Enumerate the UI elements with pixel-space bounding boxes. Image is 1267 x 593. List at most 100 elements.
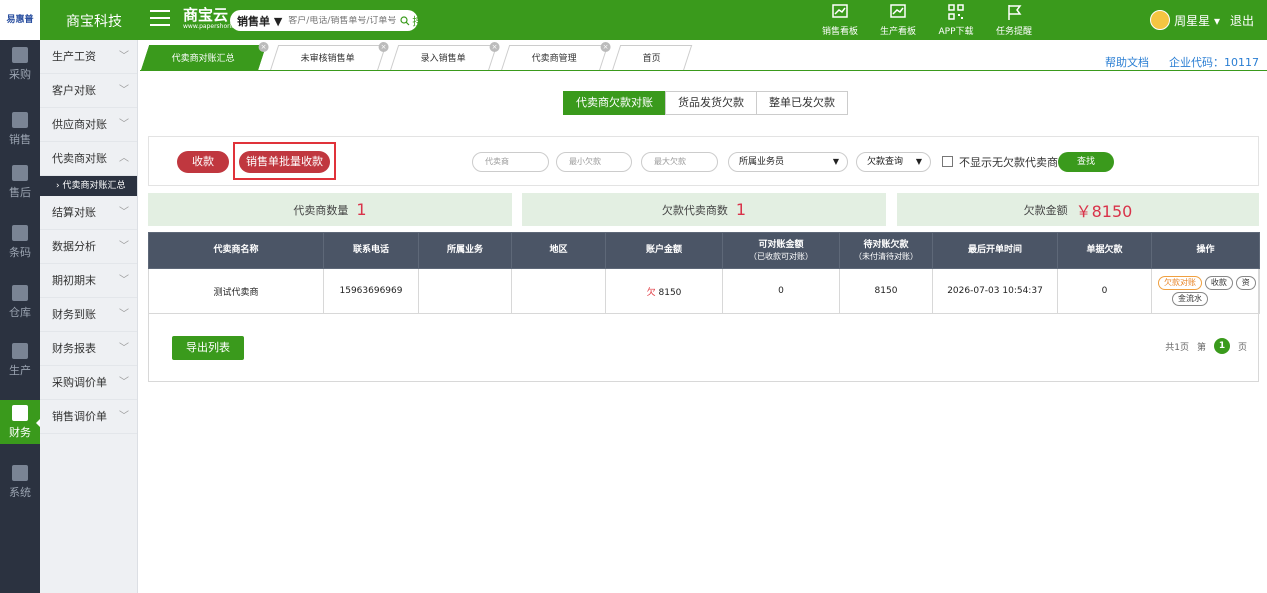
module-warehouse[interactable]: 仓库 [0,280,40,324]
export-list-button[interactable]: 导出列表 [172,336,244,360]
pager-total: 共1页 [1165,342,1189,353]
col-reconcilable[interactable]: 可对账金额 （已收款可对账） [722,232,840,269]
sales-board-button[interactable]: 销售看板 [815,3,865,37]
seg-order-shipped-debt[interactable]: 整单已发欠款 [756,91,848,115]
summary-debt-agents-value: 1 [735,200,747,219]
sidebar-item-label: 采购调价单 [52,376,107,389]
close-icon[interactable]: × [489,42,500,52]
min-debt-input[interactable]: 最小欠款 [556,152,632,172]
tab-enter-sales[interactable]: 录入销售单 × [389,42,500,71]
module-system[interactable]: 系统 [0,460,40,504]
logo-text: 易惠普 [6,14,34,25]
max-debt-input[interactable]: 最大欠款 [641,152,718,172]
module-production[interactable]: 生产 [0,338,40,382]
chevron-down-icon: ﹀ [119,241,129,252]
caret-down-icon: ▼ [915,157,922,166]
sidebar-item-data-analysis[interactable]: 数据分析 ﹀ [40,230,137,264]
tab-agent-summary[interactable]: 代卖商对账汇总 × [140,42,269,71]
sidebar-item-label: 财务到账 [52,308,96,321]
sidebar-item-settlement[interactable]: 结算对账 ﹀ [40,196,137,230]
tab-agent-manage[interactable]: 代卖商管理 × [500,42,611,71]
module-barcode[interactable]: 条码 [0,220,40,264]
salesman-select[interactable]: 所属业务员 ▼ [728,152,848,172]
sidebar-item-period[interactable]: 期初期末 ﹀ [40,264,137,298]
col-phone[interactable]: 联系电话 [323,232,419,269]
close-icon[interactable]: × [600,42,611,52]
debt-query-select-label: 欠款查询 [867,157,904,167]
module-system-label: 系统 [9,485,31,499]
module-warehouse-label: 仓库 [9,305,31,319]
table-row[interactable]: 测试代卖商 15963696969 欠 8150 0 8150 2026-07-… [148,268,1260,314]
module-sales[interactable]: 销售 [0,107,40,151]
find-button[interactable]: 查找 [1058,152,1114,172]
close-icon[interactable]: × [258,42,269,52]
task-reminder-button[interactable]: 任务提醒 [989,3,1039,37]
hide-no-debt-checkbox[interactable] [942,156,953,167]
summary-debt-amount: 欠款金额 ￥8150 [897,193,1259,226]
col-doc-debt[interactable]: 单据欠款 [1057,232,1152,269]
sidebar-item-supplier-recon[interactable]: 供应商对账 ﹀ [40,108,137,142]
col-business[interactable]: 所属业务 [418,232,512,269]
module-after-sales[interactable]: 售后 [0,160,40,204]
summary-agent-count-value: 1 [356,200,367,219]
cashflow-button[interactable]: 金流水 [1172,292,1208,306]
page-number-button[interactable]: 1 [1213,338,1230,354]
col-header-label: 操作 [1196,245,1215,255]
calculator-icon [12,404,28,421]
row-collect-button[interactable]: 收款 [1204,276,1233,290]
search-type-select[interactable]: 销售单 ▼ [230,13,282,29]
col-pending-debt[interactable]: 待对账欠款 （未付清待对账） [839,232,933,269]
cashflow-button-part[interactable]: 资 [1235,276,1256,290]
close-icon[interactable]: × [378,42,389,52]
search-button[interactable]: 搜索 [400,13,418,29]
col-agent-name[interactable]: 代卖商名称 [148,232,324,269]
seg-goods-shipping-debt[interactable]: 货品发货欠款 [665,91,757,115]
cell-agent-name: 测试代卖商 [148,268,324,314]
collect-button[interactable]: 收款 [177,151,229,173]
module-finance-label: 财务 [9,425,31,439]
user-name[interactable]: 周星星 ▾ [1174,12,1220,29]
tab-home[interactable]: 首页 [611,45,693,71]
col-region[interactable]: 地区 [511,232,606,269]
sidebar-item-purchase-price[interactable]: 采购调价单 ﹀ [40,366,137,400]
col-actions: 操作 [1151,232,1260,269]
search-input[interactable] [288,15,401,26]
avatar[interactable] [1150,10,1171,30]
logo[interactable]: 易惠普 [0,0,40,40]
sidebar-item-finance-report[interactable]: 财务报表 ﹀ [40,332,137,366]
app-download-button[interactable]: APP下载 [931,3,981,37]
cell-actions: 欠款对账 收款 资 金流水 [1151,268,1260,314]
tab-unaudited-sales[interactable]: 未审核销售单 × [269,42,389,71]
hamburger-menu-icon[interactable] [150,10,170,26]
col-last-time[interactable]: 最后开单时间 [932,232,1058,269]
sidebar-item-customer-recon[interactable]: 客户对账 ﹀ [40,74,137,108]
help-doc-link[interactable]: 帮助文档 [1105,54,1149,70]
task-reminder-label: 任务提醒 [995,27,1032,37]
debt-query-select[interactable]: 欠款查询 ▼ [856,152,931,172]
production-board-button[interactable]: 生产看板 [873,3,923,37]
debt-recon-button[interactable]: 欠款对账 [1158,276,1202,290]
sidebar-item-agent-recon[interactable]: 代卖商对账 ︿ [40,142,137,176]
logout-link[interactable]: 退出 [1230,12,1254,29]
app-download-label: APP下载 [938,27,974,37]
module-purchase[interactable]: 采购 [0,42,40,86]
sidebar-item-label: 客户对账 [52,84,96,97]
chevron-down-icon: ﹀ [119,85,129,96]
seg-agent-debt[interactable]: 代卖商欠款对账 [563,91,666,115]
sidebar-item-production-wage[interactable]: 生产工资 ﹀ [40,40,137,74]
module-purchase-label: 采购 [9,67,31,81]
sidebar-item-label: 期初期末 [52,274,96,287]
cart-icon [12,46,28,63]
sidebar-item-finance-receipt[interactable]: 财务到账 ﹀ [40,298,137,332]
agent-input[interactable]: 代卖商 [472,152,549,172]
col-account-amount[interactable]: 账户金额 [605,232,723,269]
sidebar-item-label: 代卖商对账 [52,152,107,165]
sidebar-subitem-agent-summary[interactable]: › 代卖商对账汇总 [40,176,137,196]
sidebar-item-sales-price[interactable]: 销售调价单 ﹀ [40,400,137,434]
module-finance[interactable]: 财务 [0,400,41,444]
batch-collect-button[interactable]: 销售单批量收款 [239,151,330,173]
caret-down-icon: ▼ [832,157,839,166]
flag-icon [1008,5,1022,20]
sidebar-item-label: 销售调价单 [52,410,107,423]
production-icon [12,342,28,359]
